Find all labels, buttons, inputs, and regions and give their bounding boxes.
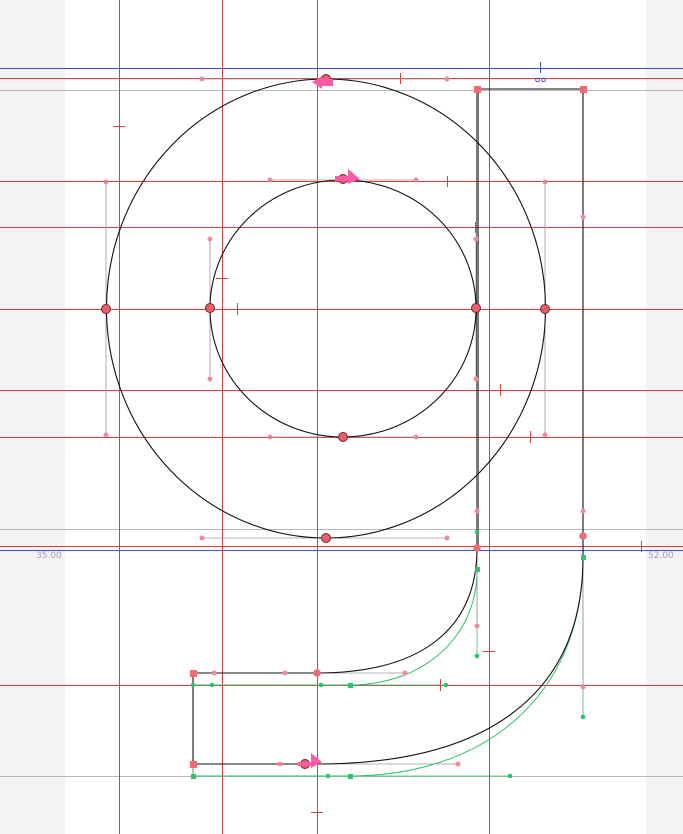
square-corner-icon [190, 761, 197, 768]
circle-node-icon [540, 304, 550, 314]
bowl-inner-contour [209, 179, 477, 438]
circle-node-icon [321, 533, 331, 543]
square-corner-icon [580, 86, 587, 93]
circle-node-icon [205, 303, 215, 313]
circle-node-icon [471, 303, 481, 313]
square-corner-icon [190, 670, 197, 677]
glyph-edit-view[interactable]: 35.00 52.00 [0, 0, 683, 834]
glyph-canvas[interactable] [0, 0, 683, 834]
circle-node-icon [338, 432, 348, 442]
circle-node-icon [101, 304, 111, 314]
smooth-nodes[interactable] [313, 532, 587, 677]
stem-and-tail-contour [192, 88, 584, 765]
left-sidebearing-label: 35.00 [36, 551, 62, 561]
background-layer-nodes [190, 529, 586, 779]
on-curve-nodes[interactable] [101, 74, 550, 769]
red-guides [0, 0, 683, 834]
square-corner-icon [474, 86, 481, 93]
background-layer-outline [192, 556, 584, 777]
right-sidebearing-label: 52.00 [648, 551, 674, 561]
